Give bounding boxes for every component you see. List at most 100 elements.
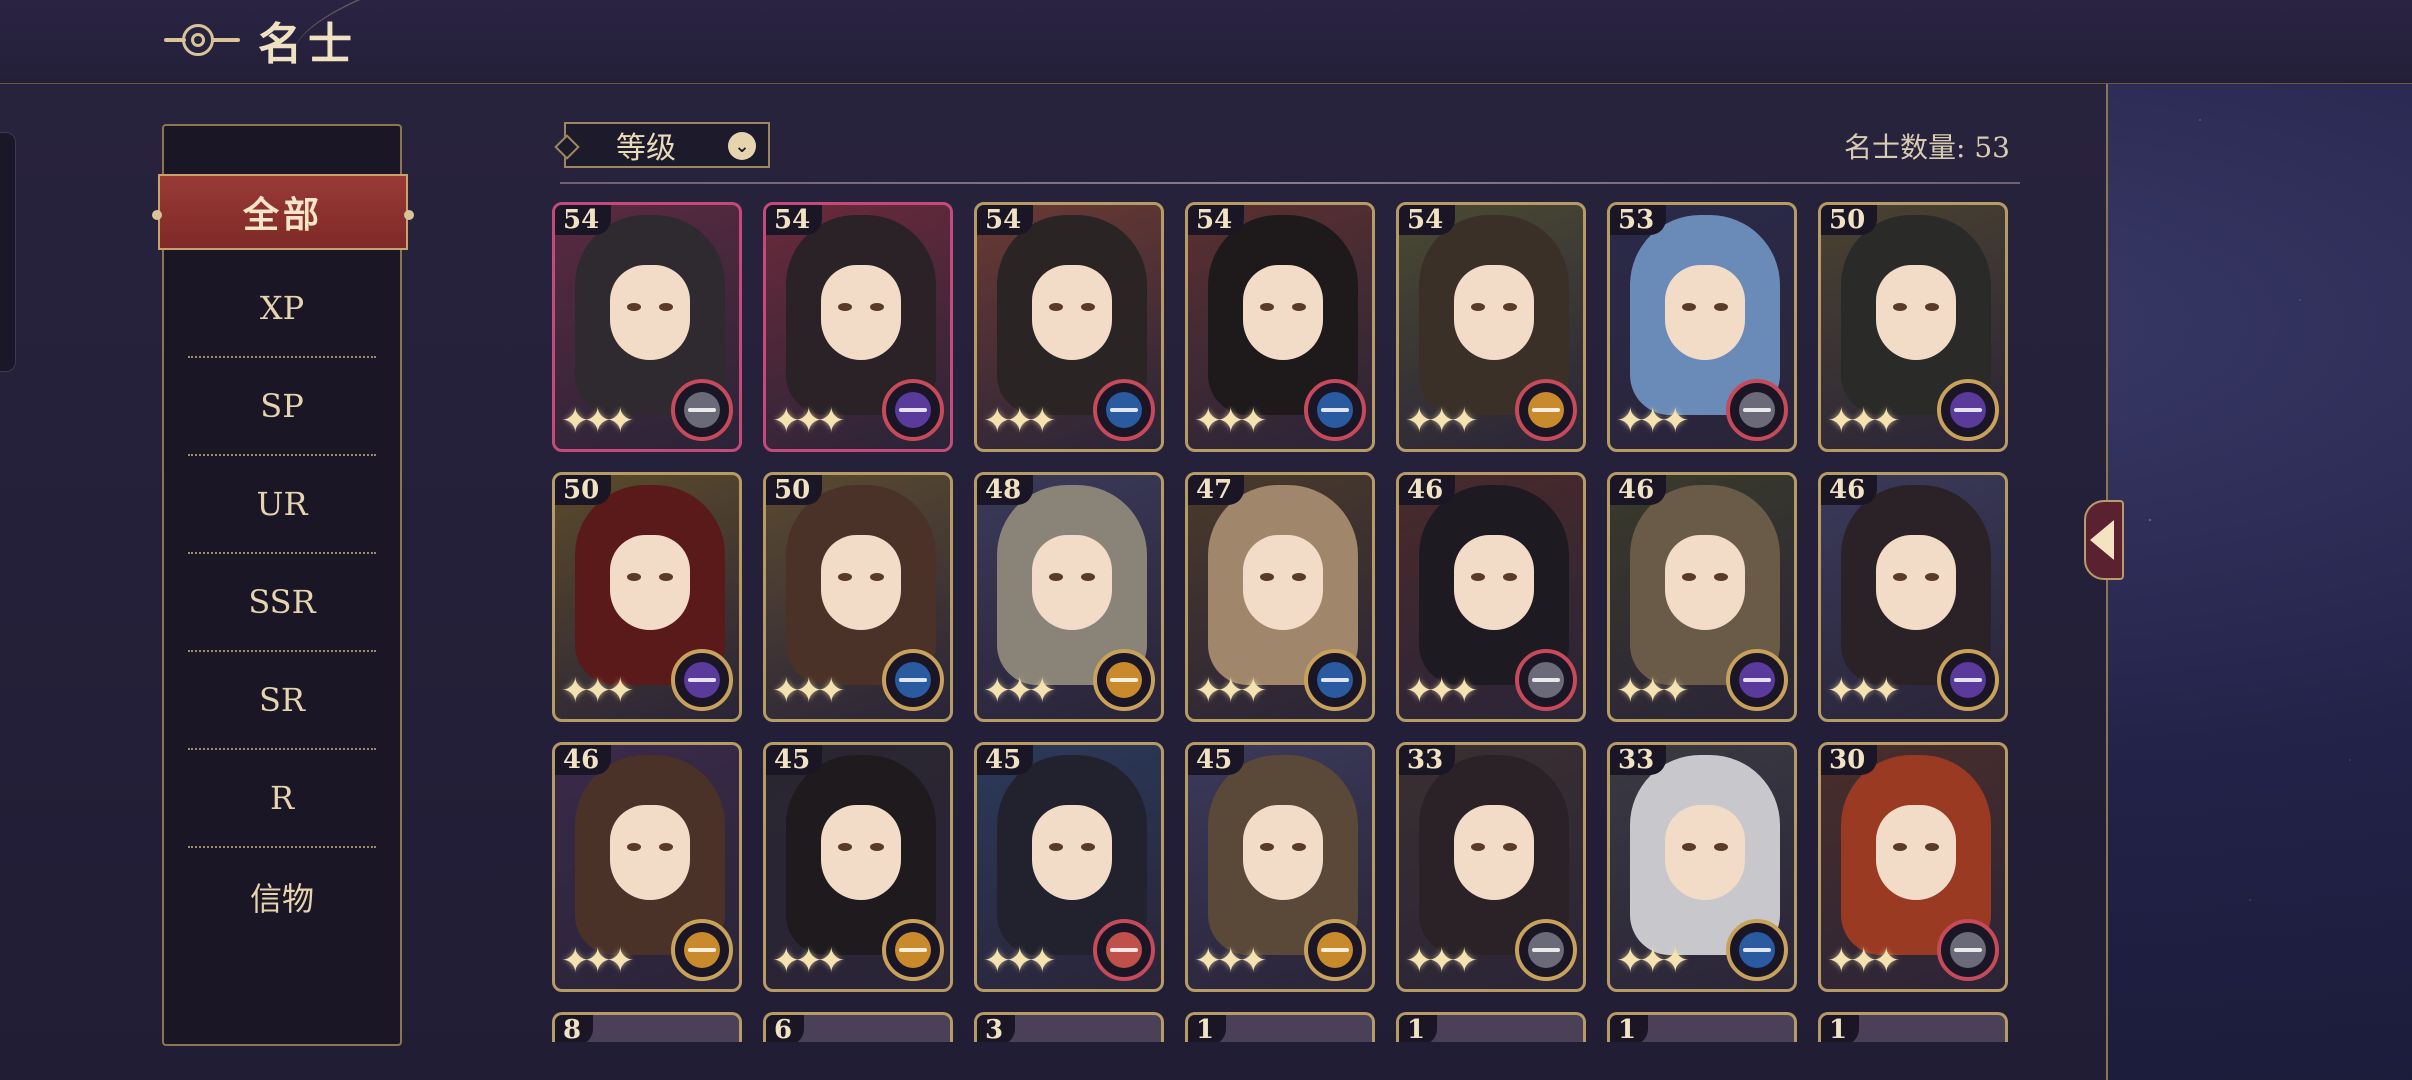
- card-level: 30: [1821, 745, 1878, 775]
- character-card[interactable]: ✦✦✦ 46: [1818, 472, 2008, 722]
- character-card[interactable]: ✦✦✦ 50: [763, 472, 953, 722]
- portrait-face: [610, 805, 690, 900]
- filter-tab-label: R: [269, 779, 295, 817]
- portrait-face: [610, 265, 690, 360]
- character-card[interactable]: ✦✦✦ 45: [1185, 742, 1375, 992]
- filter-tab-sr[interactable]: SR: [188, 652, 376, 750]
- filter-tab-all[interactable]: 全部: [152, 174, 414, 250]
- filter-tab-label: UR: [256, 485, 308, 523]
- element-type-icon: [671, 649, 733, 711]
- portrait-eye: [1260, 843, 1274, 851]
- portrait-eye: [1292, 843, 1306, 851]
- filter-tab-ur[interactable]: UR: [188, 456, 376, 554]
- element-type-icon: [671, 919, 733, 981]
- filter-tab-xp[interactable]: XP: [188, 260, 376, 358]
- portrait-eye: [1081, 303, 1095, 311]
- character-card[interactable]: ✦✦✦ 46: [1607, 472, 1797, 722]
- star-rating-icon: ✦✦✦: [1616, 941, 1690, 981]
- character-card[interactable]: 6: [763, 1012, 953, 1042]
- portrait-eye: [1471, 303, 1485, 311]
- element-type-icon: [882, 649, 944, 711]
- character-card[interactable]: ✦✦✦ 33: [1396, 742, 1586, 992]
- portrait-face: [1243, 535, 1323, 630]
- star-rating-icon: ✦✦✦: [1194, 941, 1268, 981]
- character-card[interactable]: ✦✦✦ 54: [763, 202, 953, 452]
- element-type-icon: [1726, 379, 1788, 441]
- character-card[interactable]: ✦✦✦ 50: [1818, 202, 2008, 452]
- star-rating-icon: ✦✦✦: [1194, 401, 1268, 441]
- character-card[interactable]: ✦✦✦ 48: [974, 472, 1164, 722]
- left-edge-tab[interactable]: [0, 132, 16, 372]
- element-type-icon: [882, 919, 944, 981]
- portrait-eye: [1925, 573, 1939, 581]
- character-card[interactable]: 3: [974, 1012, 1164, 1042]
- portrait-eye: [838, 843, 852, 851]
- star-rating-icon: ✦✦✦: [561, 941, 635, 981]
- portrait-eye: [659, 843, 673, 851]
- page-title: 名士: [258, 19, 358, 70]
- character-card[interactable]: ✦✦✦ 46: [552, 742, 742, 992]
- character-card[interactable]: ✦✦✦ 50: [552, 472, 742, 722]
- filter-tab-r[interactable]: R: [188, 750, 376, 848]
- portrait-eye: [627, 303, 641, 311]
- portrait-eye: [627, 573, 641, 581]
- character-card[interactable]: ✦✦✦ 30: [1818, 742, 2008, 992]
- star-rating-icon: ✦✦✦: [1405, 401, 1479, 441]
- character-card[interactable]: 1: [1396, 1012, 1586, 1042]
- character-card[interactable]: ✦✦✦ 54: [552, 202, 742, 452]
- card-level: 46: [1610, 475, 1667, 505]
- chevron-down-icon: ⌄: [728, 132, 756, 160]
- portrait-eye: [1471, 843, 1485, 851]
- star-rating-icon: ✦✦✦: [1405, 671, 1479, 711]
- character-card[interactable]: ✦✦✦ 45: [763, 742, 953, 992]
- star-rating-icon: ✦✦✦: [983, 941, 1057, 981]
- filter-tab-label: SSR: [248, 583, 316, 621]
- sort-dropdown[interactable]: 等级 ⌄: [564, 122, 770, 168]
- element-type-icon: [1726, 649, 1788, 711]
- character-count: 名士数量: 53: [1844, 131, 2010, 164]
- filter-tab-sp[interactable]: SP: [188, 358, 376, 456]
- element-type-icon: [1515, 919, 1577, 981]
- portrait-eye: [1503, 573, 1517, 581]
- character-card[interactable]: ✦✦✦ 33: [1607, 742, 1797, 992]
- filter-tab-token[interactable]: 信物: [188, 848, 376, 946]
- star-rating-icon: ✦✦✦: [1827, 941, 1901, 981]
- star-rating-icon: ✦✦✦: [1827, 671, 1901, 711]
- character-card[interactable]: ✦✦✦ 54: [1396, 202, 1586, 452]
- character-card[interactable]: ✦✦✦ 45: [974, 742, 1164, 992]
- character-card[interactable]: 8: [552, 1012, 742, 1042]
- collapse-panel-button[interactable]: [2084, 480, 2124, 600]
- card-level: 1: [1610, 1015, 1649, 1042]
- filter-tab-ssr[interactable]: SSR: [188, 554, 376, 652]
- filter-tab-label: SR: [258, 681, 305, 719]
- star-rating-icon: ✦✦✦: [772, 671, 846, 711]
- star-rating-icon: ✦✦✦: [772, 941, 846, 981]
- portrait-face: [1032, 805, 1112, 900]
- element-type-icon: [882, 379, 944, 441]
- character-card[interactable]: 1: [1607, 1012, 1797, 1042]
- element-type-icon: [1093, 649, 1155, 711]
- portrait-eye: [1503, 843, 1517, 851]
- portrait-eye: [1714, 573, 1728, 581]
- star-rating-icon: ✦✦✦: [1194, 671, 1268, 711]
- character-card[interactable]: ✦✦✦ 47: [1185, 472, 1375, 722]
- character-card[interactable]: ✦✦✦ 46: [1396, 472, 1586, 722]
- portrait-face: [1243, 805, 1323, 900]
- character-card[interactable]: ✦✦✦ 54: [1185, 202, 1375, 452]
- portrait-eye: [1292, 303, 1306, 311]
- element-type-icon: [1937, 649, 1999, 711]
- character-card[interactable]: ✦✦✦ 54: [974, 202, 1164, 452]
- character-card[interactable]: 1: [1818, 1012, 2008, 1042]
- character-card[interactable]: 1: [1185, 1012, 1375, 1042]
- star-rating-icon: ✦✦✦: [561, 401, 635, 441]
- character-card[interactable]: ✦✦✦ 53: [1607, 202, 1797, 452]
- portrait-face: [1032, 265, 1112, 360]
- portrait-eye: [1714, 303, 1728, 311]
- portrait-eye: [838, 573, 852, 581]
- card-level: 45: [977, 745, 1034, 775]
- portrait-eye: [1893, 303, 1907, 311]
- portrait-eye: [1714, 843, 1728, 851]
- portrait-face: [1454, 265, 1534, 360]
- divider: [560, 182, 2020, 184]
- card-level: 46: [555, 745, 612, 775]
